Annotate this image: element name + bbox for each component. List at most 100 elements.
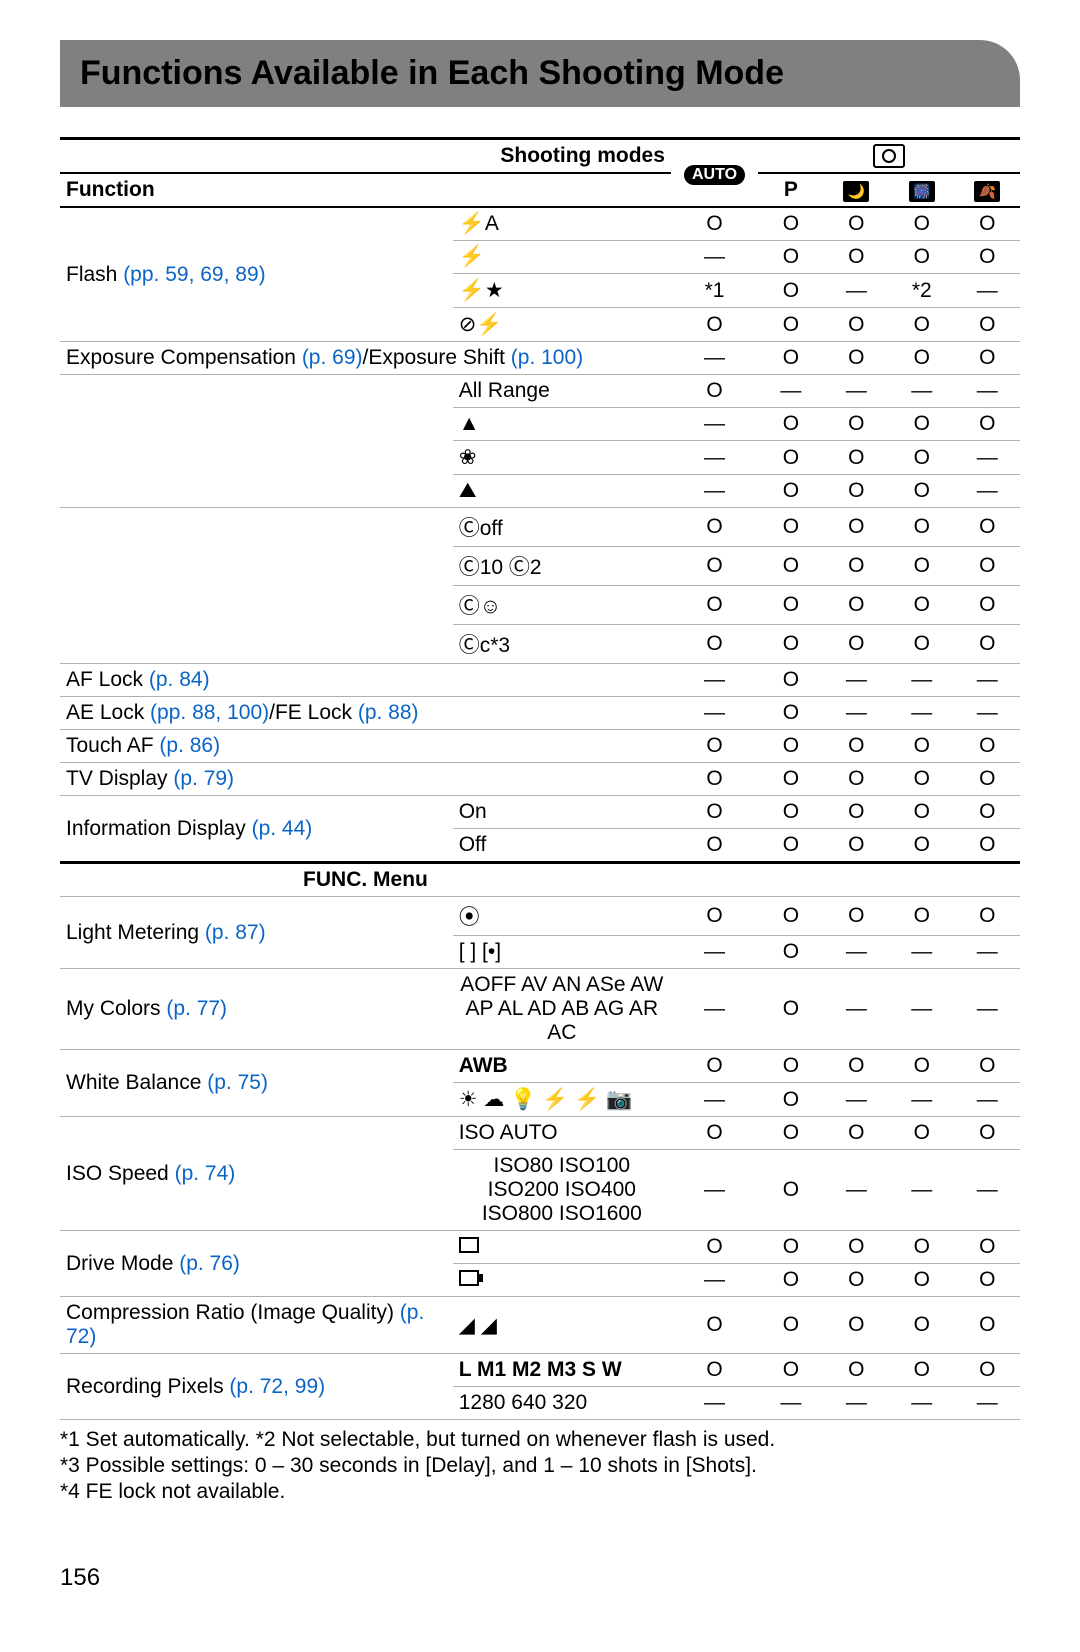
auto-mode-badge: AUTO (684, 165, 745, 185)
shooting-modes-header: Shooting modes (60, 139, 671, 174)
availability-cell (671, 241, 758, 274)
availability-cell (824, 936, 889, 969)
function-name: Recording Pixels (p. 72, 99) (60, 1354, 453, 1420)
mode-d-header: 🍂 (955, 173, 1020, 207)
availability-cell (671, 1150, 758, 1231)
availability-cell (671, 342, 758, 375)
availability-cell (955, 730, 1020, 763)
availability-cell (889, 547, 954, 586)
function-option: Off (453, 829, 671, 863)
availability-cell (671, 1264, 758, 1297)
availability-cell (758, 1150, 823, 1231)
function-option-text: L M1 M2 M3 S W (459, 1358, 622, 1381)
availability-cell (671, 1083, 758, 1117)
mode-auto-header: AUTO (671, 139, 758, 208)
availability-cell (955, 1150, 1020, 1231)
function-option: ⊘⚡ (453, 308, 671, 342)
availability-cell (955, 375, 1020, 408)
availability-cell (955, 1050, 1020, 1083)
page-number: 156 (60, 1564, 1020, 1592)
function-option: Ⓒ10 Ⓒ2 (453, 547, 671, 586)
footnotes: *1 Set automatically. *2 Not selectable,… (60, 1428, 1020, 1504)
availability-cell (671, 1050, 758, 1083)
table-row: All Range (60, 375, 1020, 408)
availability-cell (671, 508, 758, 547)
function-name: Information Display (p. 44) (60, 796, 453, 863)
metering-center-spot-icon: [ ] [•] (459, 940, 501, 964)
function-option: ▲ (453, 408, 671, 441)
availability-cell (955, 1264, 1020, 1297)
availability-cell (671, 829, 758, 863)
availability-cell (758, 1264, 823, 1297)
availability-cell (758, 207, 823, 241)
self-timer-face-icon: Ⓒ☺ (459, 590, 501, 620)
availability-cell (889, 342, 954, 375)
availability-cell (758, 897, 823, 936)
availability-cell (824, 897, 889, 936)
availability-cell (824, 829, 889, 863)
availability-cell (758, 1387, 823, 1420)
function-name: Flash (pp. 59, 69, 89) (60, 207, 453, 342)
availability-cell (889, 1354, 954, 1387)
table-row: Touch AF (p. 86) (60, 730, 1020, 763)
function-option (453, 1264, 671, 1297)
availability-cell (824, 241, 889, 274)
availability-cell (889, 1264, 954, 1297)
camera-modes-header (758, 139, 1020, 174)
availability-cell (671, 1387, 758, 1420)
self-timer-10-2-icon: Ⓒ10 Ⓒ2 (459, 551, 542, 581)
availability-cell (758, 375, 823, 408)
availability-cell (824, 274, 889, 308)
availability-cell (824, 1117, 889, 1150)
function-option: ISO AUTO (453, 1117, 671, 1150)
function-option: All Range (453, 375, 671, 408)
function-name: AF Lock (p. 84) (60, 664, 671, 697)
availability-cell (955, 342, 1020, 375)
availability-cell (758, 547, 823, 586)
availability-cell (955, 441, 1020, 475)
availability-cell (671, 625, 758, 664)
spacer (824, 863, 889, 897)
availability-cell (758, 829, 823, 863)
availability-cell (758, 1050, 823, 1083)
availability-cell (758, 763, 823, 796)
table-row: Ⓒoff (60, 508, 1020, 547)
focus-infinity-icon: ⛰ (459, 479, 477, 503)
function-option: L M1 M2 M3 S W (453, 1354, 671, 1387)
function-name: White Balance (p. 75) (60, 1050, 453, 1117)
availability-cell (758, 664, 823, 697)
mode-b-header: 🌙 (824, 173, 889, 207)
availability-cell (758, 308, 823, 342)
compression-icons: ◢ ◢ (459, 1313, 497, 1338)
availability-cell (889, 697, 954, 730)
availability-cell (824, 342, 889, 375)
availability-cell (955, 241, 1020, 274)
function-name (60, 375, 453, 508)
availability-cell (955, 697, 1020, 730)
availability-cell (671, 1354, 758, 1387)
availability-cell (671, 475, 758, 508)
availability-cell (758, 969, 823, 1050)
availability-cell (889, 1387, 954, 1420)
availability-cell (758, 1083, 823, 1117)
function-name (60, 508, 453, 664)
availability-cell (955, 1231, 1020, 1264)
availability-cell (889, 1150, 954, 1231)
availability-cell (671, 969, 758, 1050)
table-row: AE Lock (pp. 88, 100)/FE Lock (p. 88) (60, 697, 1020, 730)
availability-cell (955, 274, 1020, 308)
availability-cell (955, 408, 1020, 441)
availability-cell (955, 1387, 1020, 1420)
availability-cell (671, 664, 758, 697)
availability-cell (889, 763, 954, 796)
availability-cell (824, 1264, 889, 1297)
availability-cell (824, 625, 889, 664)
availability-cell (824, 207, 889, 241)
availability-cell (955, 897, 1020, 936)
function-option: [ ] [•] (453, 936, 671, 969)
function-name: Touch AF (p. 86) (60, 730, 671, 763)
availability-cell (758, 241, 823, 274)
availability-cell (671, 408, 758, 441)
availability-cell (758, 1117, 823, 1150)
footnote: *1 Set automatically. *2 Not selectable,… (60, 1428, 1020, 1452)
